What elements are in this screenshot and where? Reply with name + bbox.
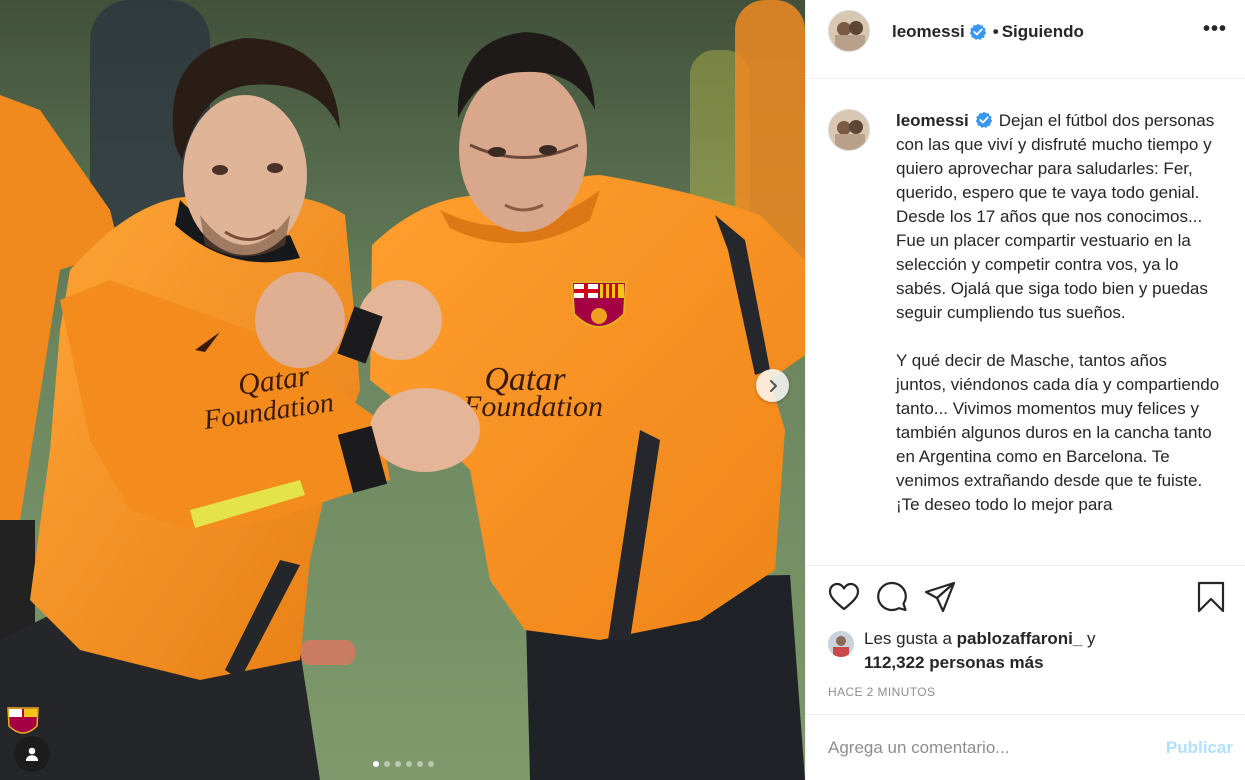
- post-timestamp[interactable]: HACE 2 MINUTOS: [806, 685, 1245, 715]
- heart-icon: [828, 582, 860, 610]
- person-icon: [25, 747, 39, 761]
- action-bar: [806, 565, 1245, 627]
- liker-avatar[interactable]: [828, 631, 854, 657]
- post-header: leomessi • Siguiendo •••: [806, 0, 1245, 79]
- verified-badge-icon: [969, 23, 986, 40]
- verified-badge-icon: [975, 111, 992, 128]
- share-icon: [924, 581, 956, 612]
- author-avatar[interactable]: [828, 9, 870, 52]
- follow-separator: •: [992, 22, 999, 41]
- likes-summary: Les gusta a pablozaffaroni_ y 112,322 pe…: [806, 629, 1245, 679]
- caption-text: Dejan el fútbol dos personas con las que…: [896, 111, 1220, 514]
- author-username[interactable]: leomessi: [892, 22, 965, 42]
- carousel-indicator: [0, 761, 805, 767]
- instagram-post: Qatar Foundation Qatar Foundation leomes…: [0, 0, 1245, 780]
- save-button[interactable]: [1193, 579, 1229, 615]
- tagged-users-button[interactable]: [14, 736, 50, 772]
- following-button[interactable]: Siguiendo: [1002, 22, 1084, 42]
- comment-icon: [877, 581, 907, 611]
- likes-count[interactable]: 112,322 personas más: [864, 653, 1044, 672]
- carousel-dot: [417, 761, 423, 767]
- carousel-dot: [373, 761, 379, 767]
- chevron-right-icon: [769, 379, 777, 392]
- caption-text-block: leomessi Dejan el fútbol dos personas con…: [896, 109, 1220, 565]
- likes-connector: y: [1087, 629, 1096, 648]
- crest-right: [570, 281, 628, 328]
- carousel-dot: [406, 761, 412, 767]
- add-comment-bar: Publicar: [806, 714, 1245, 780]
- caption-area: leomessi Dejan el fútbol dos personas con…: [806, 79, 1245, 565]
- post-side-panel: leomessi • Siguiendo ••• leomessi Dejan e…: [805, 0, 1245, 780]
- publish-button[interactable]: Publicar: [1166, 738, 1233, 758]
- post-media[interactable]: Qatar Foundation Qatar Foundation: [0, 0, 805, 780]
- likes-prefix: Les gusta a: [864, 629, 952, 648]
- caption-avatar[interactable]: [828, 109, 870, 151]
- post-photo: Qatar Foundation Qatar Foundation: [0, 0, 805, 780]
- caption-username[interactable]: leomessi: [896, 111, 969, 130]
- carousel-dot: [384, 761, 390, 767]
- like-button[interactable]: [826, 579, 862, 615]
- bookmark-icon: [1197, 581, 1225, 612]
- likes-text: Les gusta a pablozaffaroni_ y 112,322 pe…: [864, 627, 1096, 675]
- share-button[interactable]: [922, 579, 958, 615]
- more-options-icon[interactable]: •••: [1203, 18, 1227, 41]
- carousel-dot: [395, 761, 401, 767]
- sponsor-right-line2: Foundation: [462, 390, 603, 423]
- liked-by-username[interactable]: pablozaffaroni_: [957, 629, 1083, 648]
- next-slide-button[interactable]: [756, 369, 789, 402]
- comment-input[interactable]: [828, 737, 1166, 758]
- comment-button[interactable]: [874, 579, 910, 615]
- carousel-dot: [428, 761, 434, 767]
